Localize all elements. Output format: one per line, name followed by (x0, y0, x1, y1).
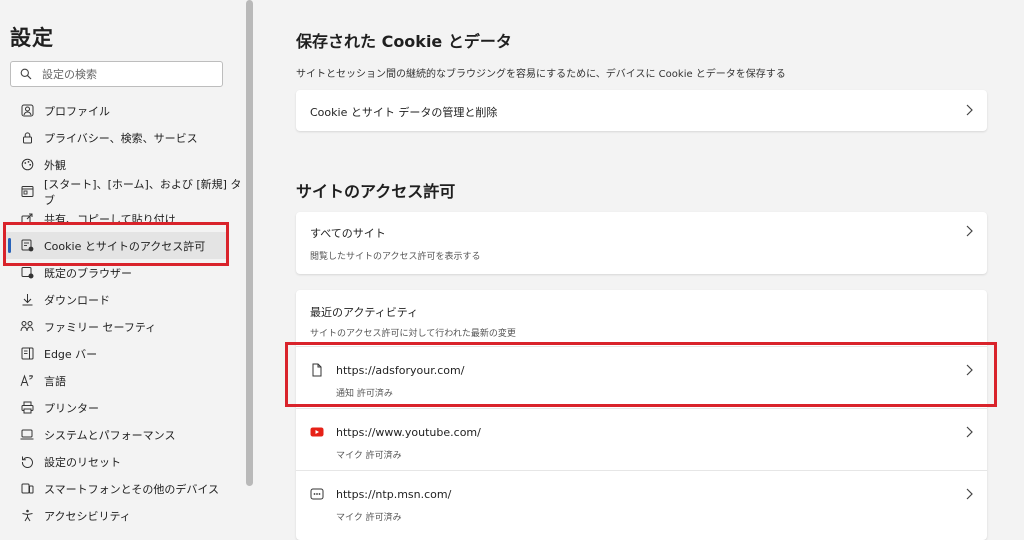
recent-activity-description: サイトのアクセス許可に対して行われた最新の変更 (310, 329, 516, 339)
all-sites-label: すべてのサイト (310, 227, 386, 240)
active-indicator (8, 238, 11, 253)
site-url: https://ntp.msn.com/ (336, 488, 452, 501)
sidebar-item-privacy[interactable]: プライバシー、検索、サービス (0, 124, 244, 151)
sidebar-item-label: 言語 (44, 374, 66, 388)
youtube-icon (310, 427, 324, 437)
main-content: 保存された Cookie とデータ サイトとセッション間の継続的なブラウジングを… (256, 0, 1024, 540)
sidebar-item-label: 設定のリセット (44, 455, 121, 469)
sidebar-item-label: 既定のブラウザー (44, 266, 132, 280)
sidebar-item-label: スマートフォンとその他のデバイス (44, 482, 220, 496)
recent-activity-title: 最近のアクティビティ (310, 306, 419, 319)
recent-activity-card: 最近のアクティビティ サイトのアクセス許可に対して行われた最新の変更 https… (296, 290, 987, 540)
sidebar-item-label: システムとパフォーマンス (44, 428, 176, 442)
sidebar-item-label: 外観 (44, 158, 66, 172)
settings-nav: プロファイル プライバシー、検索、サービス 外観 [スタート]、[ホーム]、およ… (0, 97, 244, 528)
share-icon (20, 212, 34, 226)
page-icon (312, 363, 322, 377)
sidebar-item-label: プロファイル (44, 104, 110, 118)
sidebar-scrollbar[interactable] (244, 0, 255, 528)
system-icon (20, 428, 34, 442)
sidebar-item-phone[interactable]: スマートフォンとその他のデバイス (0, 475, 244, 502)
all-sites-row[interactable]: すべてのサイト 閲覧したサイトのアクセス許可を表示する (296, 212, 987, 274)
sidebar-item-label: プライバシー、検索、サービス (44, 131, 198, 145)
lock-icon (20, 131, 34, 145)
recent-site-row[interactable]: https://adsforyour.com/ 通知 許可済み (296, 347, 987, 407)
sidebar-item-language[interactable]: 言語 (0, 367, 244, 394)
profile-icon (20, 104, 34, 118)
manage-cookies-label: Cookie とサイト データの管理と削除 (310, 106, 498, 119)
sidebar-item-label: ファミリー セーフティ (44, 320, 157, 334)
language-icon (20, 374, 34, 388)
edge-bar-icon (20, 347, 34, 361)
sidebar-item-cookies[interactable]: Cookie とサイトのアクセス許可 (6, 232, 228, 259)
appearance-icon (20, 158, 34, 172)
sidebar-item-label: Cookie とサイトのアクセス許可 (44, 239, 206, 253)
cookie-permissions-icon (20, 239, 34, 253)
reset-icon (20, 455, 34, 469)
scrollbar-thumb[interactable] (246, 0, 253, 486)
settings-search-box[interactable] (10, 61, 223, 87)
sidebar-item-accessibility[interactable]: アクセシビリティ (0, 502, 244, 528)
site-url: https://www.youtube.com/ (336, 426, 481, 439)
phone-icon (20, 482, 34, 496)
sidebar-item-family[interactable]: ファミリー セーフティ (0, 313, 244, 340)
chevron-right-icon (966, 426, 973, 438)
sidebar-item-profile[interactable]: プロファイル (0, 97, 244, 124)
search-icon (20, 68, 32, 80)
sidebar-item-default-browser[interactable]: 既定のブラウザー (0, 259, 244, 286)
all-sites-card: すべてのサイト 閲覧したサイトのアクセス許可を表示する (296, 212, 987, 274)
site-permission-status: マイク 許可済み (336, 451, 402, 461)
chevron-right-icon (966, 488, 973, 500)
sidebar-item-printers[interactable]: プリンター (0, 394, 244, 421)
sidebar-item-label: [スタート]、[ホーム]、および [新規] タブ (44, 177, 242, 207)
cookies-section-title: 保存された Cookie とデータ (296, 32, 512, 51)
sidebar-item-label: ダウンロード (44, 293, 110, 307)
accessibility-icon (20, 509, 34, 523)
sidebar-item-reset[interactable]: 設定のリセット (0, 448, 244, 475)
sidebar-item-share[interactable]: 共有、コピーして貼り付け (0, 205, 244, 232)
msn-icon (310, 488, 324, 500)
site-permission-status: 通知 許可済み (336, 389, 393, 399)
printer-icon (20, 401, 34, 415)
family-icon (20, 320, 34, 334)
manage-cookies-row[interactable]: Cookie とサイト データの管理と削除 (296, 90, 987, 131)
default-browser-icon (20, 266, 34, 280)
sidebar-item-downloads[interactable]: ダウンロード (0, 286, 244, 313)
sidebar-item-appearance[interactable]: 外観 (0, 151, 244, 178)
chevron-right-icon (966, 364, 973, 376)
sidebar-item-label: アクセシビリティ (44, 509, 131, 523)
sidebar-item-label: 共有、コピーして貼り付け (44, 212, 176, 226)
site-permission-status: マイク 許可済み (336, 513, 402, 523)
sidebar-item-label: Edge バー (44, 347, 98, 361)
cookies-section-description: サイトとセッション間の継続的なブラウジングを容易にするために、デバイスに Coo… (296, 69, 786, 80)
download-icon (20, 293, 34, 307)
sidebar-item-start-home[interactable]: [スタート]、[ホーム]、および [新規] タブ (0, 177, 244, 207)
sidebar-item-edge-bar[interactable]: Edge バー (0, 340, 244, 367)
search-input[interactable] (42, 67, 212, 81)
recent-site-row[interactable]: https://ntp.msn.com/ マイク 許可済み (296, 471, 987, 531)
sidebar-item-system[interactable]: システムとパフォーマンス (0, 421, 244, 448)
sidebar-title: 設定 (10, 26, 54, 50)
permissions-section-title: サイトのアクセス許可 (296, 182, 456, 201)
chevron-right-icon (966, 225, 973, 237)
settings-sidebar: 設定 プロファイル プライバシー、検索、サービス 外観 [スタート]、[ホーム]… (0, 0, 244, 528)
chevron-right-icon (966, 104, 973, 116)
manage-cookies-card: Cookie とサイト データの管理と削除 (296, 90, 987, 131)
sidebar-item-label: プリンター (44, 401, 99, 415)
recent-site-row[interactable]: https://www.youtube.com/ マイク 許可済み (296, 409, 987, 469)
all-sites-description: 閲覧したサイトのアクセス許可を表示する (310, 252, 481, 262)
site-url: https://adsforyour.com/ (336, 364, 465, 377)
start-home-icon (20, 185, 34, 199)
